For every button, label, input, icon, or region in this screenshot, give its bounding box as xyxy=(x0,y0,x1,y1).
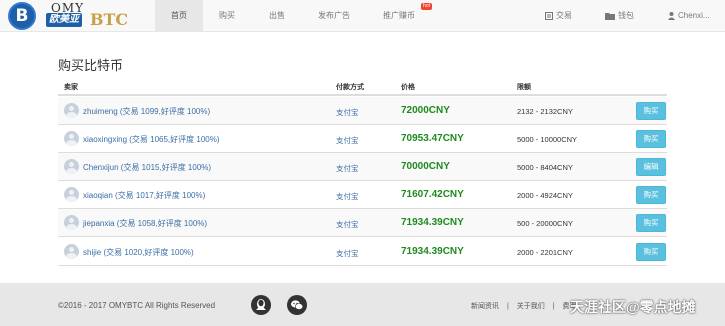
payment-method: 支付宝 xyxy=(336,249,359,258)
limit: 500 - 20000CNY xyxy=(517,219,573,228)
nav-home[interactable]: 首页 xyxy=(155,0,203,32)
price: 70000CNY xyxy=(401,161,450,172)
avatar[interactable] xyxy=(64,244,79,259)
copyright: ©2016 - 2017 OMYBTC All Rights Reserved xyxy=(58,301,216,310)
price: 71607.42CNY xyxy=(401,189,464,200)
table-row: xiaoqian (交易 1017,好评度 100%) 支付宝 71607.42… xyxy=(58,181,667,209)
nav-buy[interactable]: 购买 xyxy=(203,0,251,32)
table-header: 卖家 付款方式 价格 限额 xyxy=(58,78,667,96)
nav-username-label: Chenxi... xyxy=(678,11,710,20)
nav-referral[interactable]: 推广赚币 hot xyxy=(365,0,433,32)
seller-link[interactable]: jiepanxia (交易 1058,好评度 100%) xyxy=(83,218,207,229)
payment-method: 支付宝 xyxy=(336,164,359,173)
payment-method: 支付宝 xyxy=(336,220,359,229)
buy-button[interactable]: 购买 xyxy=(636,243,666,261)
footer-links: 新闻资讯 | 关于我们 | 费率 xyxy=(468,301,579,311)
seller-link[interactable]: shijie (交易 1020,好评度 100%) xyxy=(83,247,194,258)
payment-method: 支付宝 xyxy=(336,192,359,201)
buy-button[interactable]: 购买 xyxy=(636,214,666,232)
buy-button[interactable]: 购买 xyxy=(636,102,666,120)
nav-home-label: 首页 xyxy=(171,11,187,20)
header-limit: 限额 xyxy=(517,84,531,91)
seller-link[interactable]: zhuimeng (交易 1099,好评度 100%) xyxy=(83,106,210,117)
nav-buy-label: 购买 xyxy=(219,11,235,20)
brand-name-cn: 欧美亚 xyxy=(46,13,82,27)
trade-icon xyxy=(545,11,553,20)
brand-name-btc: BTC xyxy=(90,10,129,29)
price: 71934.39CNY xyxy=(401,246,464,257)
seller-link[interactable]: xiaoqian (交易 1017,好评度 100%) xyxy=(83,190,205,201)
site-logo[interactable]: B OMY 欧美亚 BTC xyxy=(8,1,138,30)
nav-post-ad-label: 发布广告 xyxy=(318,11,350,20)
table-row: Chenxijun (交易 1015,好评度 100%) 支付宝 70000CN… xyxy=(58,153,667,181)
avatar[interactable] xyxy=(64,103,79,118)
avatar[interactable] xyxy=(64,215,79,230)
page-title: 购买比特币 xyxy=(58,58,124,73)
nav-referral-label: 推广赚币 xyxy=(383,11,415,20)
watermark-text: 天涯社区@零点地摊 xyxy=(570,299,696,315)
limit: 2000 - 2201CNY xyxy=(517,248,573,257)
edit-button[interactable]: 编辑 xyxy=(636,158,666,176)
hot-badge: hot xyxy=(421,3,432,10)
avatar[interactable] xyxy=(64,159,79,174)
limit: 5000 - 10000CNY xyxy=(517,135,578,144)
top-navbar: B OMY 欧美亚 BTC 首页 购买 出售 发布广告 推广赚币 hot 交易 … xyxy=(0,0,725,32)
bitcoin-logo-icon: B xyxy=(8,2,36,30)
limit: 2132 - 2132CNY xyxy=(517,107,573,116)
nav-wallet[interactable]: 钱包 xyxy=(605,0,634,32)
footer-link-news[interactable]: 新闻资讯 xyxy=(471,303,499,310)
table-row: zhuimeng (交易 1099,好评度 100%) 支付宝 72000CNY… xyxy=(58,97,667,125)
buy-button[interactable]: 购买 xyxy=(636,186,666,204)
wechat-icon[interactable] xyxy=(287,295,307,315)
payment-method: 支付宝 xyxy=(336,136,359,145)
footer-separator: | xyxy=(552,303,555,310)
nav-user-menu[interactable]: Chenxi... xyxy=(668,0,710,32)
header-seller: 卖家 xyxy=(64,84,78,91)
price: 70953.47CNY xyxy=(401,133,464,144)
limit: 5000 - 8404CNY xyxy=(517,163,573,172)
footer-link-about[interactable]: 关于我们 xyxy=(517,303,545,310)
limit: 2000 - 4924CNY xyxy=(517,191,573,200)
avatar[interactable] xyxy=(64,131,79,146)
table-row: jiepanxia (交易 1058,好评度 100%) 支付宝 71934.3… xyxy=(58,209,667,237)
footer-separator: | xyxy=(506,303,509,310)
nav-trade-label: 交易 xyxy=(556,11,572,20)
seller-link[interactable]: xiaoxingxing (交易 1065,好评度 100%) xyxy=(83,134,220,145)
buy-button[interactable]: 购买 xyxy=(636,130,666,148)
avatar[interactable] xyxy=(64,187,79,202)
price: 72000CNY xyxy=(401,105,450,116)
header-payment: 付款方式 xyxy=(336,84,364,91)
table-row: shijie (交易 1020,好评度 100%) 支付宝 71934.39CN… xyxy=(58,238,667,266)
nav-sell[interactable]: 出售 xyxy=(251,0,303,32)
nav-post-ad[interactable]: 发布广告 xyxy=(303,0,365,32)
nav-sell-label: 出售 xyxy=(269,11,285,20)
nav-wallet-label: 钱包 xyxy=(618,11,634,20)
wallet-icon xyxy=(605,12,615,20)
seller-link[interactable]: Chenxijun (交易 1015,好评度 100%) xyxy=(83,162,211,173)
price: 71934.39CNY xyxy=(401,217,464,228)
header-price: 价格 xyxy=(401,84,415,91)
table-row: xiaoxingxing (交易 1065,好评度 100%) 支付宝 7095… xyxy=(58,125,667,153)
nav-trade[interactable]: 交易 xyxy=(545,0,572,32)
qq-icon[interactable] xyxy=(251,295,271,315)
user-icon xyxy=(668,11,675,20)
payment-method: 支付宝 xyxy=(336,108,359,117)
